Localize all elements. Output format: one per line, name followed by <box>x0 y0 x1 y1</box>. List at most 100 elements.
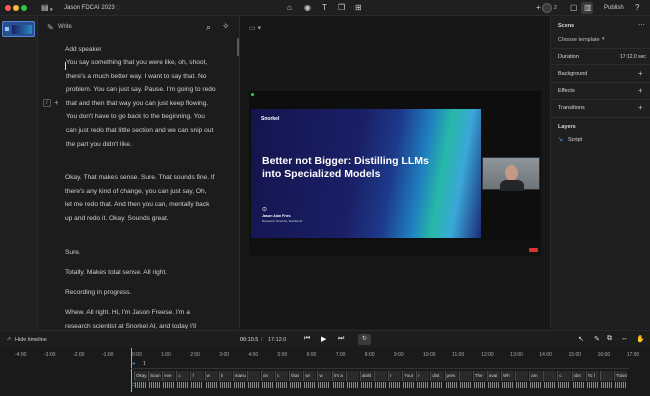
add-transition-icon[interactable]: + <box>638 104 643 112</box>
script-paragraph-4[interactable]: Totally. Makes total sense. All right. <box>65 266 215 280</box>
maximize-window-button[interactable] <box>21 5 27 11</box>
audio-waveform-segment[interactable] <box>205 382 217 388</box>
script-paragraph-1[interactable]: You say something that you were like, oh… <box>66 56 216 151</box>
skip-forward-icon[interactable]: ⏭ <box>338 335 344 343</box>
caption-clip[interactable]: The <box>472 371 486 381</box>
layout-icon[interactable]: ▭ ▾ <box>249 24 261 32</box>
audio-waveform-segment[interactable] <box>374 382 387 388</box>
caption-clip[interactable]: obs <box>571 371 585 381</box>
close-window-button[interactable] <box>5 5 11 11</box>
caption-clip[interactable]: abilit <box>359 371 373 381</box>
caption-clip[interactable] <box>543 371 557 381</box>
caption-clip[interactable]: that <box>289 371 303 381</box>
caption-clip[interactable]: Okay. <box>134 371 148 381</box>
script-paragraph-2[interactable]: Okay. That makes sense. Sure. That sound… <box>65 171 215 225</box>
presentation-slide[interactable]: Snorkel Better not Bigger: Distilling LL… <box>251 109 481 238</box>
caption-clip[interactable]: pres <box>444 371 458 381</box>
audio-waveform-segment[interactable] <box>163 382 175 388</box>
audio-waveform-segment[interactable] <box>290 382 302 388</box>
caption-clip[interactable]: eve <box>162 371 176 381</box>
caption-clip[interactable] <box>345 371 359 381</box>
caption-clip[interactable] <box>373 371 388 381</box>
caption-clip[interactable]: r <box>388 371 402 381</box>
add-background-icon[interactable]: + <box>638 70 643 78</box>
add-effect-icon[interactable]: + <box>638 87 643 95</box>
layer-script[interactable]: Script <box>568 136 582 144</box>
write-mode-label[interactable]: Write <box>58 24 72 30</box>
grid-icon[interactable]: ⊞ <box>355 3 362 13</box>
split-tool-icon[interactable]: ⧉ <box>607 335 612 343</box>
audio-waveform-segment[interactable] <box>558 382 570 388</box>
audio-waveform-segment[interactable] <box>219 382 231 388</box>
caption-clip[interactable]: wr <box>303 371 317 381</box>
script-paragraph-3[interactable]: Sure. <box>65 246 215 260</box>
caption-clip[interactable]: Wh <box>500 371 515 381</box>
audio-waveform-segment[interactable] <box>177 382 189 388</box>
shapes-icon[interactable]: ❐ <box>338 3 345 13</box>
audio-waveform-segment[interactable] <box>501 382 514 388</box>
audio-waveform-segment[interactable] <box>614 382 626 388</box>
audio-waveform-segment[interactable] <box>360 382 372 388</box>
audio-waveform-segment[interactable] <box>459 382 471 388</box>
audio-waveform-segment[interactable] <box>445 382 457 388</box>
caption-clip[interactable] <box>246 371 261 381</box>
caption-clip[interactable]: am <box>529 371 543 381</box>
expand-icon[interactable]: ↔ <box>621 335 628 342</box>
search-icon[interactable]: ⌕ <box>206 22 211 33</box>
caption-clip[interactable]: c <box>557 371 571 381</box>
audio-waveform-segment[interactable] <box>473 382 485 388</box>
add-collaborator-icon[interactable]: + <box>536 3 541 13</box>
caption-clip[interactable]: Soun <box>148 371 162 381</box>
chevron-down-icon[interactable]: ▾ <box>602 36 605 42</box>
comments-icon[interactable]: ▢ <box>570 3 578 13</box>
caption-clip[interactable]: r <box>416 371 430 381</box>
avatar[interactable] <box>542 3 552 13</box>
caption-clip[interactable]: avai <box>486 371 500 381</box>
caption-clip[interactable]: c <box>176 371 190 381</box>
script-scrollbar[interactable] <box>237 38 239 56</box>
loop-button[interactable]: ↻ <box>358 334 371 345</box>
audio-waveform-segment[interactable] <box>304 382 316 388</box>
audio-waveform-segment[interactable] <box>530 382 542 388</box>
save-icon[interactable]: ⌂ <box>287 3 292 13</box>
audio-waveform-segment[interactable] <box>276 382 288 388</box>
hand-tool-icon[interactable]: ✋ <box>636 335 645 343</box>
audio-waveform-segment[interactable] <box>318 382 330 388</box>
hide-timeline-button[interactable]: Hide timeline <box>15 337 47 343</box>
caption-clip[interactable]: it's a <box>331 371 345 381</box>
audio-waveform-segment[interactable] <box>487 382 499 388</box>
audio-waveform-segment[interactable] <box>417 382 429 388</box>
caption-clip[interactable]: f <box>190 371 204 381</box>
duration-value[interactable]: 17:12.0 sec <box>620 53 646 61</box>
audio-waveform-segment[interactable] <box>586 382 598 388</box>
caption-clip[interactable] <box>599 371 613 381</box>
scene-thumbnail[interactable] <box>2 21 35 37</box>
audio-waveform-segment[interactable] <box>403 382 415 388</box>
audio-waveform-segment[interactable] <box>544 382 556 388</box>
sparkle-icon[interactable]: ✧ <box>222 21 230 32</box>
caption-clip[interactable]: Your <box>402 371 416 381</box>
record-icon[interactable]: ◉ <box>304 3 311 13</box>
caption-clip[interactable]: on <box>261 371 275 381</box>
audio-waveform-segment[interactable] <box>389 382 401 388</box>
audio-waveform-segment[interactable] <box>431 382 443 388</box>
script-paragraph-5[interactable]: Recording in progress. <box>65 286 215 300</box>
audio-waveform-segment[interactable] <box>572 382 584 388</box>
publish-button[interactable]: Publish <box>604 4 624 12</box>
caption-clip[interactable]: w <box>204 371 218 381</box>
select-tool-icon[interactable]: ↖ <box>578 335 584 343</box>
caption-clip[interactable]: Trainin <box>613 371 627 381</box>
audio-waveform-segment[interactable] <box>149 382 161 388</box>
choose-template-dropdown[interactable]: Choose template <box>558 36 600 44</box>
caption-clip[interactable] <box>458 371 472 381</box>
paragraph-handle[interactable]: / <box>43 99 51 107</box>
script-paragraph-6[interactable]: Whew. All right. Hi, I'm Jason Freese. I… <box>65 306 215 329</box>
caption-clip[interactable]: c <box>275 371 289 381</box>
audio-waveform-segment[interactable] <box>135 382 147 388</box>
app-menu-icon[interactable]: ▤ <box>41 3 49 13</box>
add-paragraph-icon[interactable]: + <box>54 98 59 107</box>
audio-waveform-segment[interactable] <box>332 382 344 388</box>
caption-clip[interactable]: To f <box>585 371 599 381</box>
audio-waveform-segment[interactable] <box>346 382 358 388</box>
caption-clip[interactable]: w <box>317 371 331 381</box>
